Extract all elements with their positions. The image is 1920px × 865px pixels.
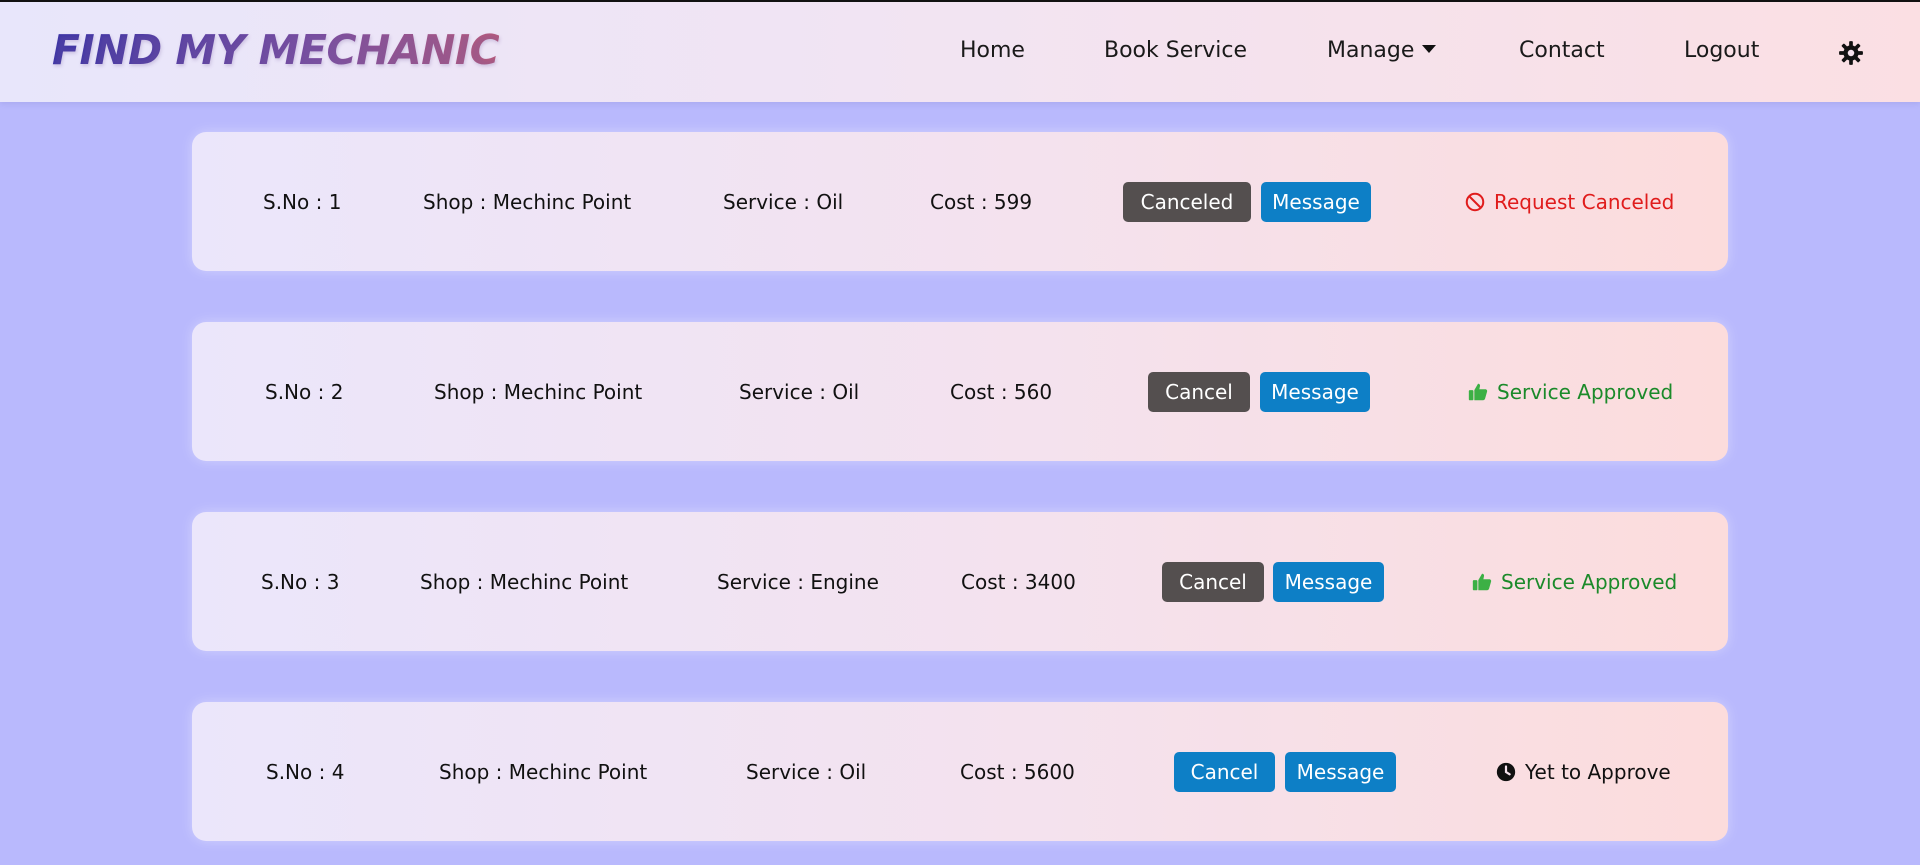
cancel-button[interactable]: Cancel xyxy=(1148,372,1250,412)
nav-manage-dropdown[interactable]: Manage xyxy=(1327,38,1437,63)
serial-number: S.No : 2 xyxy=(265,379,344,404)
nav-logout-link[interactable]: Logout xyxy=(1684,38,1759,63)
nav-home-link[interactable]: Home xyxy=(960,38,1025,63)
message-button[interactable]: Message xyxy=(1285,752,1396,792)
cost-value: Cost : 560 xyxy=(950,379,1053,404)
clock-icon xyxy=(1496,762,1516,781)
site-logo[interactable]: FIND MY MECHANIC xyxy=(52,26,500,74)
service-request-card: S.No : 3 Shop : Mechinc Point Service : … xyxy=(192,512,1728,651)
serial-number: S.No : 3 xyxy=(261,569,340,594)
navbar: FIND MY MECHANIC Home Book Service Manag… xyxy=(0,0,1920,102)
status-yet-to-approve: Yet to Approve xyxy=(1495,702,1671,841)
nav-contact-link[interactable]: Contact xyxy=(1519,38,1605,63)
ban-icon xyxy=(1465,192,1485,211)
service-type: Service : Engine xyxy=(717,569,879,594)
shop-name: Shop : Mechinc Point xyxy=(423,189,632,214)
shop-name: Shop : Mechinc Point xyxy=(434,379,643,404)
service-request-card: S.No : 1 Shop : Mechinc Point Service : … xyxy=(192,132,1728,271)
gear-icon[interactable] xyxy=(1838,40,1864,66)
cancel-button[interactable]: Cancel xyxy=(1162,562,1264,602)
status-text: Request Canceled xyxy=(1494,189,1675,214)
caret-down-icon xyxy=(1422,45,1437,53)
serial-number: S.No : 4 xyxy=(266,759,345,784)
serial-number: S.No : 1 xyxy=(263,189,342,214)
canceled-button[interactable]: Canceled xyxy=(1123,182,1251,222)
service-request-card: S.No : 4 Shop : Mechinc Point Service : … xyxy=(192,702,1728,841)
nav-manage-label: Manage xyxy=(1327,38,1415,63)
service-request-card: S.No : 2 Shop : Mechinc Point Service : … xyxy=(192,322,1728,461)
message-button[interactable]: Message xyxy=(1261,182,1371,222)
nav-book-service-link[interactable]: Book Service xyxy=(1104,38,1247,63)
status-text: Yet to Approve xyxy=(1525,759,1671,784)
cost-value: Cost : 3400 xyxy=(961,569,1076,594)
status-text: Service Approved xyxy=(1497,379,1674,404)
thumbs-up-icon xyxy=(1472,573,1492,590)
status-text: Service Approved xyxy=(1501,569,1678,594)
shop-name: Shop : Mechinc Point xyxy=(439,759,648,784)
message-button[interactable]: Message xyxy=(1273,562,1384,602)
message-button[interactable]: Message xyxy=(1260,372,1370,412)
shop-name: Shop : Mechinc Point xyxy=(420,569,629,594)
service-type: Service : Oil xyxy=(746,759,867,784)
thumbs-up-icon xyxy=(1468,383,1488,400)
cost-value: Cost : 5600 xyxy=(960,759,1075,784)
status-service-approved: Service Approved xyxy=(1467,322,1673,461)
status-service-approved: Service Approved xyxy=(1471,512,1677,651)
service-type: Service : Oil xyxy=(723,189,844,214)
status-request-canceled: Request Canceled xyxy=(1464,132,1674,271)
service-type: Service : Oil xyxy=(739,379,860,404)
cost-value: Cost : 599 xyxy=(930,189,1033,214)
cancel-button[interactable]: Cancel xyxy=(1174,752,1275,792)
